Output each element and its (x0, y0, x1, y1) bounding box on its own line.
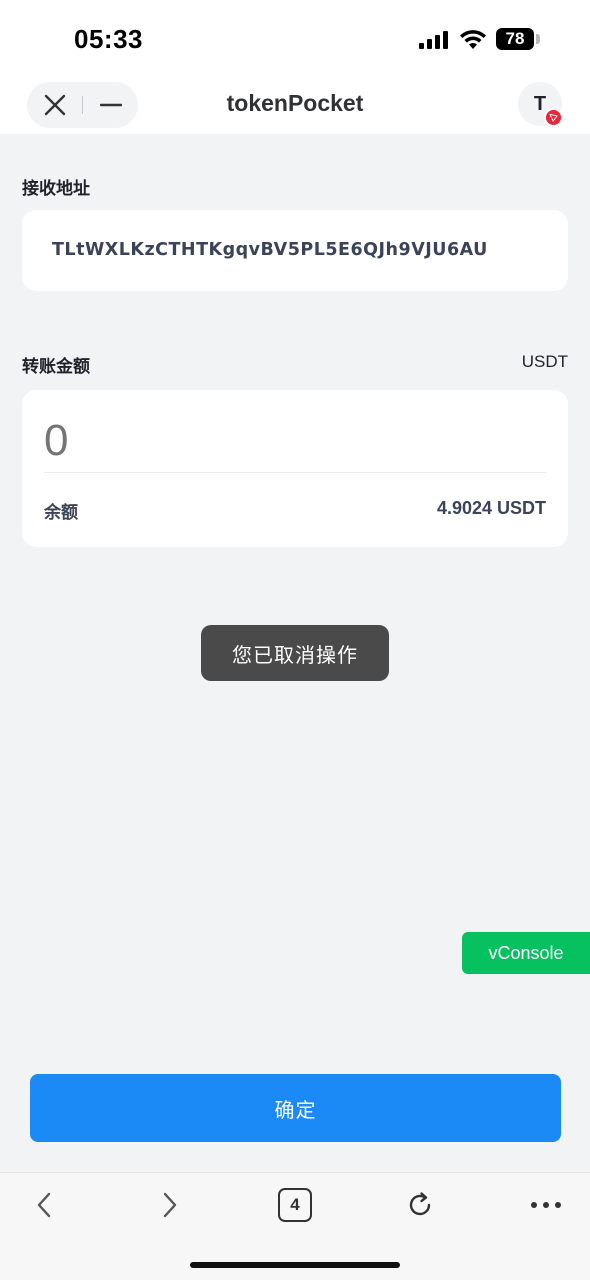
balance-value: 4.9024 USDT (436, 498, 546, 518)
tron-network-icon (544, 108, 563, 127)
back-button[interactable] (19, 1185, 69, 1225)
chevron-right-icon (163, 1192, 177, 1218)
more-button[interactable] (521, 1185, 571, 1225)
cellular-signal-icon (419, 31, 448, 49)
toast-message: 您已取消操作 (201, 625, 389, 681)
amount-input[interactable] (44, 412, 544, 470)
nav-header: tokenPocket T (0, 78, 590, 134)
forward-button[interactable] (145, 1185, 195, 1225)
receive-address-label: 接收地址 (22, 179, 90, 198)
amount-card: 余额 4.9024 USDT (22, 390, 568, 547)
reload-button[interactable] (395, 1185, 445, 1225)
reload-icon (409, 1192, 431, 1216)
status-time: 05:33 (74, 24, 143, 54)
more-icon (531, 1202, 561, 1208)
amount-divider (44, 472, 546, 473)
tab-count: 4 (278, 1188, 312, 1222)
wifi-icon (460, 30, 486, 49)
address-card[interactable]: TLtWXLKzCTHTKgqvBV5PL5E6QJh9VJU6AU (22, 210, 568, 291)
page-title: tokenPocket (226, 90, 364, 116)
home-indicator (190, 1262, 400, 1268)
transfer-amount-label: 转账金额 (22, 357, 90, 376)
confirm-button[interactable]: 确定 (30, 1074, 561, 1142)
status-bar: 05:33 78 (0, 0, 590, 78)
tabs-button[interactable]: 4 (270, 1185, 320, 1225)
battery-tip (536, 34, 540, 44)
chevron-left-icon (37, 1192, 51, 1218)
currency-label: USDT (521, 352, 568, 371)
vconsole-button[interactable]: vConsole (462, 932, 590, 974)
battery-icon: 78 (496, 28, 534, 50)
receive-address-value: TLtWXLKzCTHTKgqvBV5PL5E6QJh9VJU6AU (52, 240, 488, 260)
balance-label: 余额 (44, 503, 78, 522)
